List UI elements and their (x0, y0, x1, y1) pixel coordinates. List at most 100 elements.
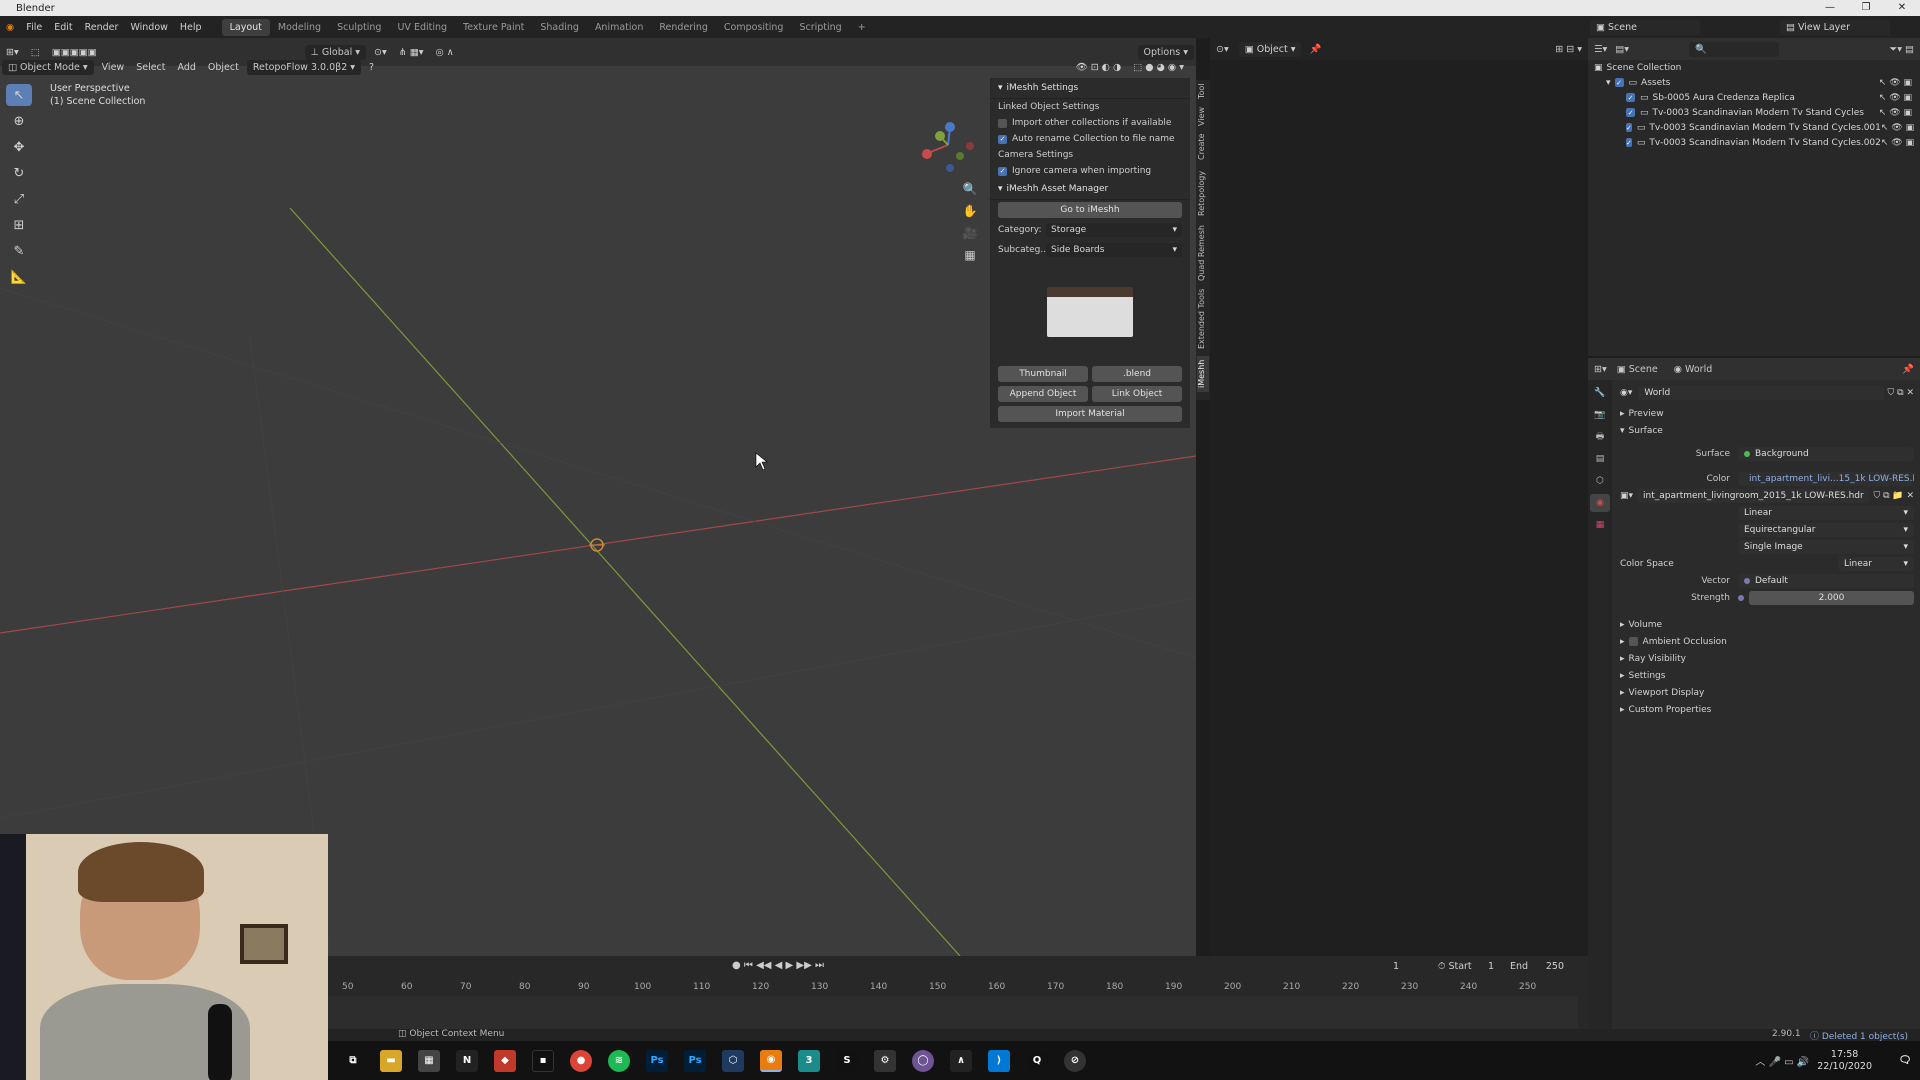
app-icon[interactable]: N (456, 1049, 478, 1072)
node-editor-tools-icon[interactable]: ⊞ ⊟ ▾ (1555, 44, 1582, 55)
subcategory-select[interactable]: Side Boards ▾ (1046, 243, 1182, 257)
visibility-toggles[interactable]: ↖ 👁 ▣ (1881, 138, 1920, 148)
notification-icon[interactable]: 🗨 (1894, 1050, 1916, 1072)
zoom-icon[interactable]: 🔍 (960, 178, 980, 200)
scale-tool-icon[interactable]: ⤢ (6, 188, 32, 210)
clock[interactable]: 17:58 22/10/2020 (1817, 1049, 1872, 1073)
category-select[interactable]: Storage ▾ (1046, 223, 1182, 237)
photoshop-icon[interactable]: Ps (684, 1049, 706, 1072)
current-frame-field[interactable]: 1 (1368, 959, 1424, 974)
rotate-tool-icon[interactable]: ↻ (6, 162, 32, 184)
tray-icons[interactable]: ︿ 🎤 ▭ 🔊 (1755, 1053, 1809, 1068)
app-icon[interactable]: ⊘ (1064, 1049, 1086, 1072)
tab-scripting[interactable]: Scripting (791, 19, 849, 36)
menu-window[interactable]: Window (124, 22, 173, 33)
asset-preview[interactable] (998, 264, 1182, 360)
tab-imeshh[interactable]: iMeshh (1197, 356, 1209, 392)
output-tab-icon[interactable]: 🖶 (1590, 428, 1610, 446)
menu-edit[interactable]: Edit (48, 22, 78, 33)
add-workspace-button[interactable]: + (850, 19, 874, 36)
shader-type-selector[interactable]: ▣ Object ▾ (1238, 41, 1302, 57)
checkbox-checked-icon[interactable]: ✓ (1626, 123, 1632, 132)
measure-tool-icon[interactable]: 📐 (6, 266, 32, 288)
tab-create[interactable]: Create (1197, 132, 1209, 162)
playback-controls-icon[interactable]: ● ⏮ ◀◀ ◀ ▶ ▶▶ ⏭ (732, 960, 824, 971)
visibility-toggles[interactable]: ↖ 👁 ▣ (1879, 108, 1920, 118)
spotify-icon[interactable]: ≋ (608, 1049, 630, 1072)
texture-tab-icon[interactable]: ▦ (1590, 516, 1610, 534)
terminal-icon[interactable]: ▪ (532, 1049, 554, 1072)
app-icon[interactable]: ◯ (912, 1049, 934, 1072)
world-name-field[interactable]: World (1638, 385, 1884, 400)
import-material-button[interactable]: Import Material (998, 406, 1182, 422)
annotate-tool-icon[interactable]: ✎ (6, 240, 32, 262)
link-object-button[interactable]: Link Object (1092, 386, 1182, 402)
world-tab-icon[interactable]: ◉ (1590, 494, 1610, 512)
ray-visibility-panel[interactable]: ▸ Ray Visibility (1614, 650, 1920, 667)
volume-panel[interactable]: ▸ Volume (1614, 616, 1920, 633)
datablock-actions-icon[interactable]: ⛉ ⧉ ✕ (1888, 388, 1914, 398)
app-icon[interactable]: ∧ (950, 1049, 972, 1072)
outliner-item[interactable]: ✓ ▭ Sb-0005 Aura Credenza Replica ↖ 👁 ▣ (1588, 90, 1920, 105)
checkbox-checked-icon[interactable]: ✓ (1626, 138, 1632, 147)
close-button[interactable]: ✕ (1884, 0, 1920, 16)
move-tool-icon[interactable]: ✥ (6, 136, 32, 158)
tab-view[interactable]: View (1197, 106, 1209, 128)
render-tab-icon[interactable]: 📷 (1590, 406, 1610, 424)
scene-selector[interactable]: ▣ Scene (1590, 19, 1700, 35)
checkbox-checked-icon[interactable]: ✓ (1614, 78, 1624, 87)
display-mode-icon[interactable]: ▤▾ (1615, 44, 1629, 55)
transform-tool-icon[interactable]: ⊞ (6, 214, 32, 236)
visibility-toggles[interactable]: ↖ 👁 ▣ (1879, 93, 1920, 103)
file-explorer-icon[interactable]: ▬ (380, 1049, 402, 1072)
viewport-display-panel[interactable]: ▸ Viewport Display (1614, 684, 1920, 701)
surface-panel[interactable]: ▾ Surface (1614, 422, 1920, 439)
shader-editor[interactable]: ⊙▾ ▣ Object ▾ 📌 ⊞ ⊟ ▾ (1210, 38, 1588, 956)
color-texture-field[interactable]: int_apartment_livi...15_1k LOW-RES.hdr (1738, 471, 1914, 486)
scene-tab-icon[interactable]: ⬡ (1590, 472, 1610, 490)
blender-taskbar-icon[interactable]: ◉ (760, 1049, 782, 1072)
tool-tab-icon[interactable]: 🔧 (1590, 384, 1610, 402)
editor-type-icon[interactable]: ☰▾ (1594, 44, 1607, 55)
image-actions-icon[interactable]: ⛉ ⧉ 📁 ✕ (1873, 491, 1914, 501)
checkbox-icon[interactable] (1628, 637, 1638, 646)
visibility-toggles[interactable]: ↖ 👁 ▣ (1879, 78, 1920, 88)
image-type-icon[interactable]: ▣▾ (1620, 491, 1633, 501)
photoshop-icon[interactable]: Ps (646, 1049, 668, 1072)
tab-retopology[interactable]: Retopology (1197, 168, 1209, 218)
visibility-toggles[interactable]: ↖ 👁 ▣ (1881, 123, 1920, 133)
scene-collection-row[interactable]: ▣ Scene Collection (1588, 60, 1920, 75)
filter-icon[interactable]: ⏷▾ ▤ (1890, 44, 1914, 55)
app-icon[interactable]: ⚙ (874, 1049, 896, 1072)
asset-manager-header[interactable]: ▾ iMeshh Asset Manager (990, 179, 1190, 200)
editor-type-icon[interactable]: ⊙▾ (1216, 44, 1229, 55)
vector-field[interactable]: Default (1738, 573, 1914, 588)
menu-render[interactable]: Render (79, 22, 125, 33)
menu-help[interactable]: Help (174, 22, 208, 33)
ignore-camera-checkbox[interactable]: ✓ Ignore camera when importing (990, 163, 1190, 179)
go-to-imeshh-button[interactable]: Go to iMeshh (998, 202, 1182, 218)
blend-button[interactable]: .blend (1092, 366, 1182, 382)
camera-view-icon[interactable]: 🎥 (960, 222, 980, 244)
cursor-tool-icon[interactable]: ⊕ (6, 110, 32, 132)
grid-view-icon[interactable]: ▦ (960, 244, 980, 266)
task-view-icon[interactable]: ⧉ (342, 1050, 364, 1072)
tab-tool[interactable]: Tool (1197, 80, 1209, 102)
select-tool-icon[interactable]: ↖ (6, 84, 32, 106)
tab-animation[interactable]: Animation (587, 19, 651, 36)
checkbox-checked-icon[interactable]: ✓ (1626, 108, 1635, 117)
3d-app-icon[interactable]: ⬡ (722, 1049, 744, 1072)
maximize-button[interactable]: ❐ (1848, 0, 1884, 16)
tab-layout[interactable]: Layout (221, 18, 270, 36)
world-breadcrumb[interactable]: ◉ World (1674, 364, 1713, 375)
app-icon[interactable]: Q (1026, 1049, 1048, 1072)
vscode-icon[interactable]: ⟩ (988, 1049, 1010, 1072)
scene-breadcrumb[interactable]: ▣ Scene (1617, 364, 1658, 375)
tab-compositing[interactable]: Compositing (716, 19, 792, 36)
imeshh-settings-header[interactable]: ▾ iMeshh Settings (990, 78, 1190, 99)
projection-select[interactable]: Equirectangular ▾ (1738, 522, 1914, 537)
settings-panel[interactable]: ▸ Settings (1614, 667, 1920, 684)
source-select[interactable]: Single Image ▾ (1738, 539, 1914, 554)
thumbnail-button[interactable]: Thumbnail (998, 366, 1088, 382)
view-layer-selector[interactable]: ▤ View Layer (1780, 19, 1890, 35)
